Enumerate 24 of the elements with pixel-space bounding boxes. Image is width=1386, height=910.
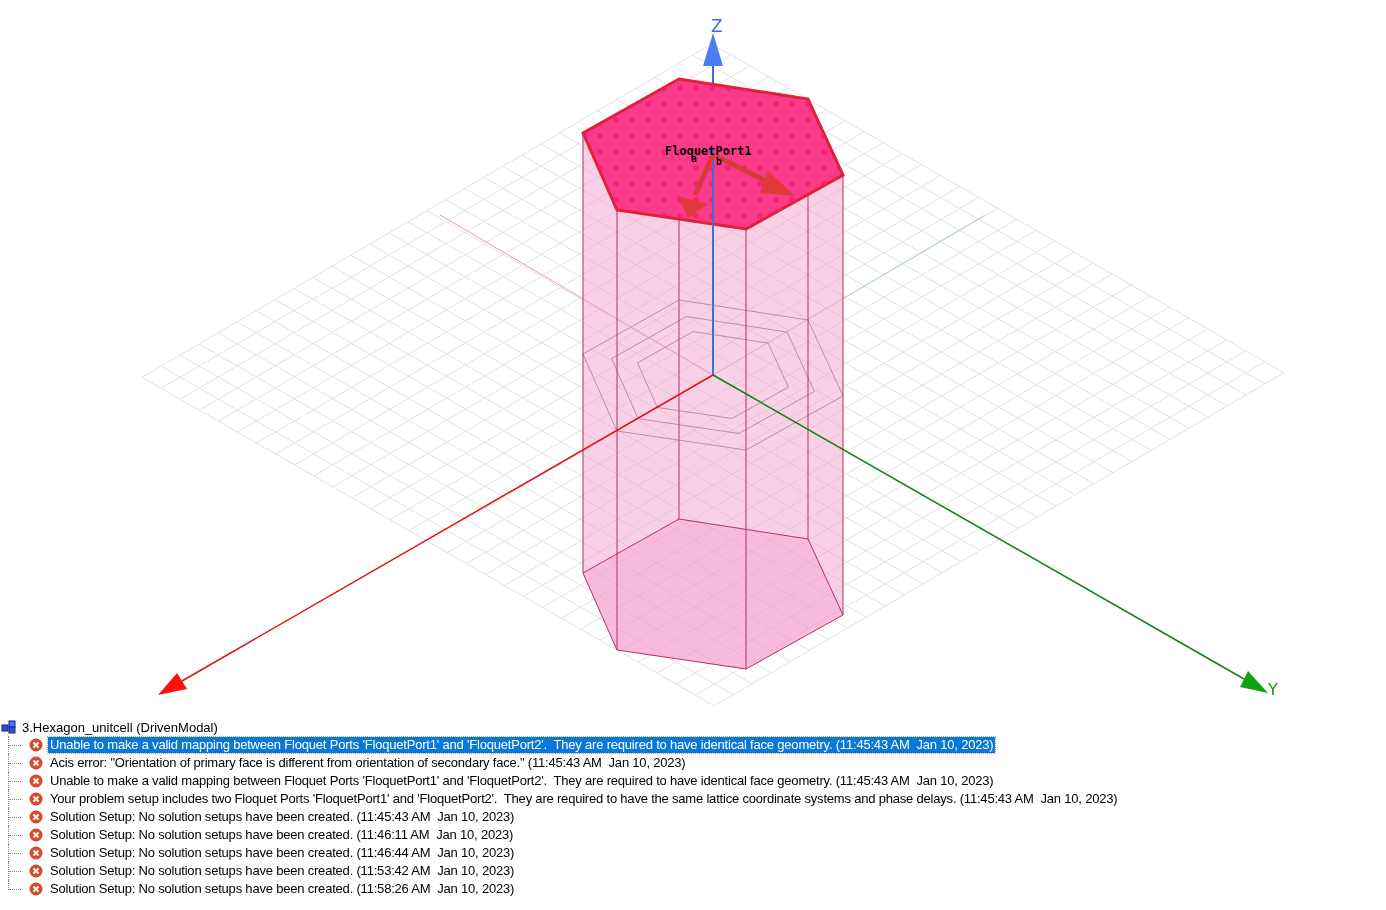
log-message[interactable]: Solution Setup: No solution setups have been created. (11:53:42 AM Jan 10, 2023): [48, 863, 517, 879]
error-icon: [29, 774, 43, 788]
axis-label: Z: [711, 16, 723, 36]
error-icon: [29, 846, 43, 860]
log-message[interactable]: Acis error: "Orientation of primary face is different from orientation of secondary face." (11:45:43 AM Jan 10, 2023): [48, 755, 688, 771]
port-face[interactable]: [581, 77, 845, 231]
log-message[interactable]: Your problem setup includes two Floquet Ports 'FloquetPort1' and 'FloquetPort2'. They are required to have the same lattice coordinate systems and phase delays. (11:45:43 AM Jan 10, 2023): [48, 791, 1120, 807]
log-message[interactable]: Solution Setup: No solution setups have been created. (11:46:44 AM Jan 10, 2023): [48, 845, 517, 861]
log-message[interactable]: Solution Setup: No solution setups have been created. (11:58:26 AM Jan 10, 2023): [48, 881, 517, 897]
log-message[interactable]: Unable to make a valid mapping between Floquet Ports 'FloquetPort1' and 'FloquetPort2'. They are required to have identical face geometry. (11:45:43 AM Jan 10, 2023): [48, 773, 996, 789]
error-icon: [29, 810, 43, 824]
log-message[interactable]: Unable to make a valid mapping between Floquet Ports 'FloquetPort1' and 'FloquetPort2'. They are required to have identical face geometry. (11:45:43 AM Jan 10, 2023): [48, 737, 996, 753]
error-icon: [29, 756, 43, 770]
tree-root-label[interactable]: 3.Hexagon_unitcell (DrivenModal): [22, 719, 218, 735]
error-icon: [29, 792, 43, 806]
error-icon: [29, 882, 43, 896]
error-icon: [29, 864, 43, 878]
log-message[interactable]: Solution Setup: No solution setups have been created. (11:46:11 AM Jan 10, 2023): [48, 827, 516, 843]
model-icon: [1, 720, 17, 734]
vector-label: b: [716, 156, 723, 167]
error-icon: [29, 828, 43, 842]
axis-label: Y: [1268, 680, 1278, 699]
error-icon: [29, 738, 43, 752]
log-message[interactable]: Solution Setup: No solution setups have been created. (11:45:43 AM Jan 10, 2023): [48, 809, 517, 825]
